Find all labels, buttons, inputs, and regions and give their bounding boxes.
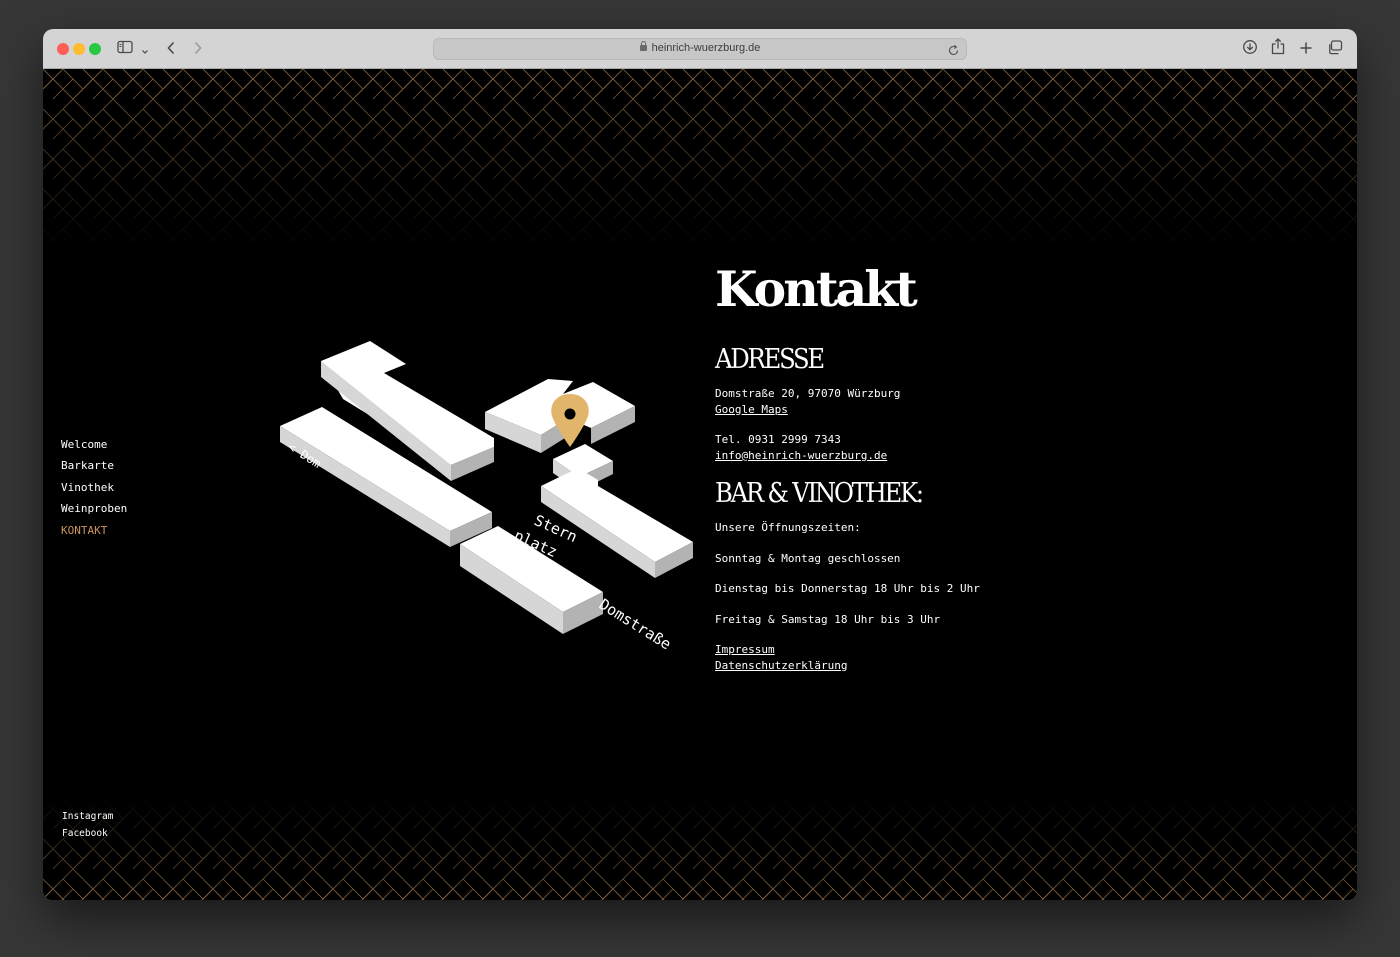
- herringbone-pattern-top: [43, 69, 1357, 249]
- minimize-window-button[interactable]: [73, 43, 85, 55]
- page-title: Kontakt: [715, 260, 918, 318]
- close-window-button[interactable]: [57, 43, 69, 55]
- herringbone-pattern-bottom: [43, 799, 1357, 900]
- zoom-window-button[interactable]: [89, 43, 101, 55]
- hours-line: Dienstag bis Donnerstag 18 Uhr bis 2 Uhr: [715, 582, 980, 595]
- hours-intro: Unsere Öffnungszeiten:: [715, 521, 861, 534]
- nav-item-weinproben[interactable]: Weinproben: [61, 498, 127, 519]
- map-buildings: [280, 341, 693, 634]
- chevron-down-icon[interactable]: [141, 41, 149, 60]
- nav-item-vinothek[interactable]: Vinothek: [61, 477, 127, 498]
- social-links: Instagram Facebook: [62, 808, 113, 842]
- url-text: heinrich-wuerzburg.de: [651, 42, 761, 54]
- isometric-location-map: < Dom Stern platz Domstraße: [280, 341, 693, 653]
- tab-overview-icon[interactable]: [1327, 40, 1343, 59]
- browser-window: heinrich-wuerzburg.de Welcome Barkarte V…: [43, 29, 1357, 900]
- nav-item-barkarte[interactable]: Barkarte: [61, 455, 127, 476]
- address-heading: ADRESSE: [715, 344, 825, 375]
- map-label-domstrasse: Domstraße: [596, 595, 674, 653]
- new-tab-icon[interactable]: [1299, 40, 1313, 59]
- sidebar-toggle-icon[interactable]: [117, 39, 133, 58]
- nav-item-welcome[interactable]: Welcome: [61, 434, 127, 455]
- nav-item-kontakt[interactable]: KONTAKT: [61, 520, 127, 541]
- phone-text: Tel. 0931 2999 7343: [715, 433, 841, 446]
- instagram-link[interactable]: Instagram: [62, 808, 113, 825]
- datenschutz-link[interactable]: Datenschutzerklärung: [715, 658, 1215, 674]
- hours-line: Freitag & Samstag 18 Uhr bis 3 Uhr: [715, 612, 941, 626]
- address-bar[interactable]: heinrich-wuerzburg.de: [433, 38, 967, 60]
- google-maps-link[interactable]: Google Maps: [715, 402, 1215, 418]
- lock-icon: [639, 41, 647, 51]
- page-content: Welcome Barkarte Vinothek Weinproben KON…: [43, 69, 1357, 900]
- back-icon[interactable]: [166, 40, 176, 59]
- browser-toolbar: heinrich-wuerzburg.de: [43, 29, 1357, 69]
- impressum-link[interactable]: Impressum: [715, 642, 1215, 658]
- building-block-upper-right: [485, 379, 635, 491]
- bar-vinothek-heading: BAR & VINOTHEK:: [715, 478, 924, 509]
- reload-icon[interactable]: [947, 42, 960, 61]
- forward-icon[interactable]: [193, 40, 203, 59]
- email-link[interactable]: info@heinrich-wuerzburg.de: [715, 448, 1215, 464]
- contact-section: Kontakt ADRESSE Domstraße 20, 97070 Würz…: [715, 259, 1215, 673]
- download-icon[interactable]: [1242, 39, 1258, 59]
- address-text: Domstraße 20, 97070 Würzburg: [715, 387, 901, 400]
- facebook-link[interactable]: Facebook: [62, 825, 113, 842]
- hours-line: Sonntag & Montag geschlossen: [715, 551, 901, 565]
- share-icon[interactable]: [1271, 38, 1285, 59]
- main-nav: Welcome Barkarte Vinothek Weinproben KON…: [61, 434, 127, 541]
